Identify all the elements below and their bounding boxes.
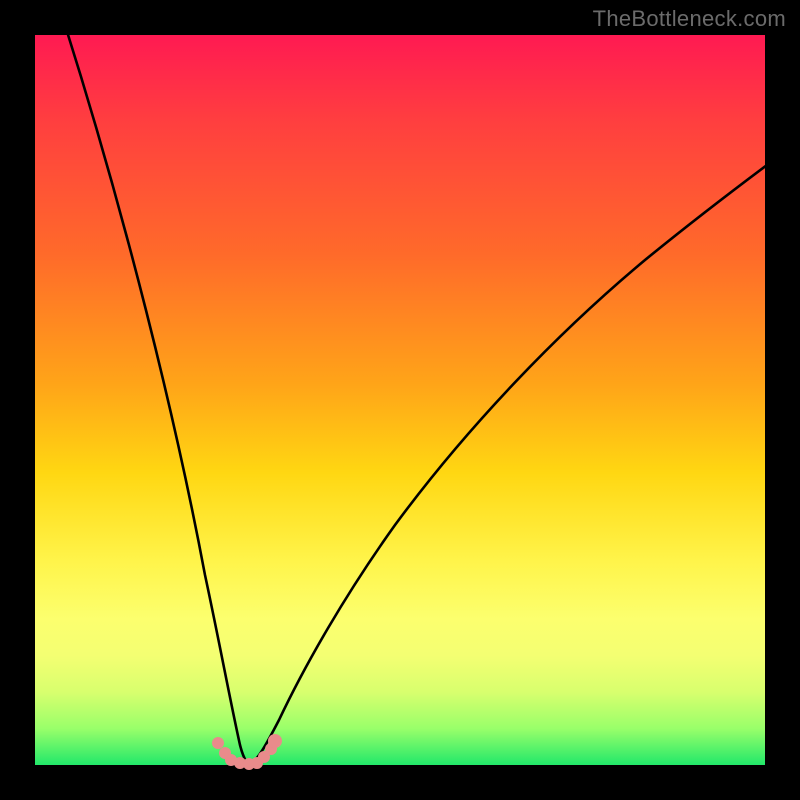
- chart-stage: TheBottleneck.com: [0, 0, 800, 800]
- watermark-text: TheBottleneck.com: [593, 6, 786, 32]
- curve-right-branch: [249, 159, 775, 765]
- plot-area: [35, 35, 765, 765]
- curve-left-branch: [65, 25, 249, 765]
- bottleneck-curve-svg: [35, 35, 765, 765]
- sweet-spot-markers: [212, 734, 282, 770]
